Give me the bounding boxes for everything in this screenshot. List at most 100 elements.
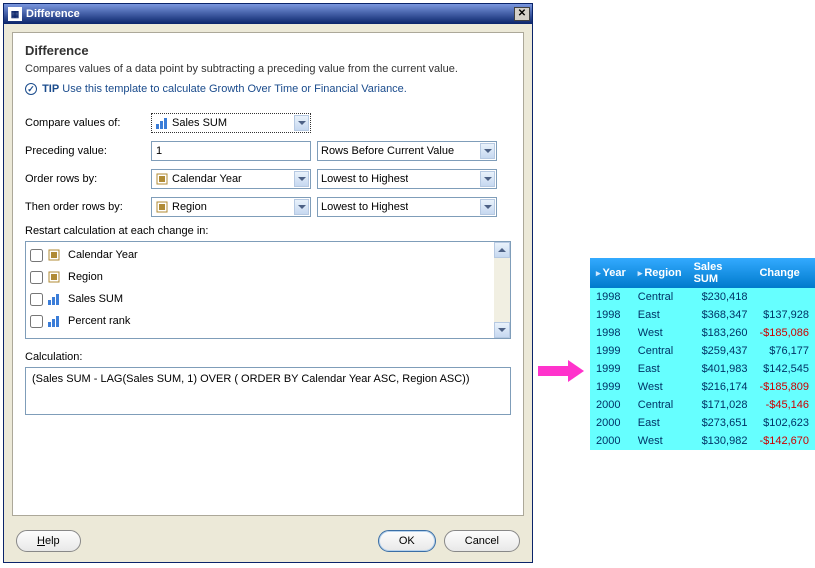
- chevron-down-icon: [480, 199, 495, 215]
- table-row: 1999West$216,174-$185,809: [590, 378, 815, 396]
- cell-sales: $259,437: [688, 342, 754, 360]
- restart-check-region[interactable]: [30, 271, 43, 284]
- tip-icon: ✓: [25, 83, 37, 95]
- cell-region: East: [632, 414, 688, 432]
- cell-year: 2000: [590, 396, 632, 414]
- list-item-label: Calendar Year: [68, 249, 138, 261]
- table-row: 2000West$130,982-$142,670: [590, 432, 815, 450]
- ok-button[interactable]: OK: [378, 530, 436, 552]
- scrollbar[interactable]: [494, 242, 510, 338]
- table-row: 1998West$183,260-$185,086: [590, 324, 815, 342]
- calculation-box[interactable]: (Sales SUM - LAG(Sales SUM, 1) OVER ( OR…: [25, 367, 511, 415]
- measure-icon: [47, 314, 61, 328]
- preceding-input[interactable]: [151, 141, 311, 161]
- preceding-mode-value: Rows Before Current Value: [321, 145, 454, 157]
- cell-sales: $273,651: [688, 414, 754, 432]
- result-table: ▸Year ▸Region Sales SUM Change 1998Centr…: [590, 258, 815, 450]
- dimension-icon: [47, 270, 61, 284]
- cell-region: West: [632, 324, 688, 342]
- close-button[interactable]: ✕: [514, 7, 530, 21]
- cell-year: 2000: [590, 432, 632, 450]
- measure-icon: [47, 292, 61, 306]
- chevron-down-icon: [294, 199, 309, 215]
- titlebar: ▦ Difference ✕: [4, 4, 532, 24]
- restart-listbox[interactable]: Calendar Year Region Sales SUM Percent r…: [25, 241, 511, 339]
- dimension-icon: [155, 200, 169, 214]
- cell-region: East: [632, 306, 688, 324]
- list-item[interactable]: Percent rank: [30, 310, 490, 332]
- cell-region: East: [632, 360, 688, 378]
- dimension-icon: [47, 248, 61, 262]
- compare-value: Sales SUM: [172, 117, 227, 129]
- panel-description: Compares values of a data point by subtr…: [25, 62, 511, 77]
- list-item-label: Sales SUM: [68, 293, 123, 305]
- table-row: 1999Central$259,437$76,177: [590, 342, 815, 360]
- chevron-down-icon: [480, 171, 495, 187]
- cell-change: -$45,146: [753, 396, 815, 414]
- restart-check-percent-rank[interactable]: [30, 315, 43, 328]
- cell-sales: $130,982: [688, 432, 754, 450]
- list-item[interactable]: Region: [30, 266, 490, 288]
- cell-sales: $216,174: [688, 378, 754, 396]
- arrow-icon: [538, 360, 588, 382]
- col-region[interactable]: ▸Region: [632, 258, 688, 288]
- compare-combo[interactable]: Sales SUM: [151, 113, 311, 133]
- then-label: Then order rows by:: [25, 201, 145, 213]
- col-change[interactable]: Change: [753, 258, 815, 288]
- cell-region: Central: [632, 288, 688, 306]
- cell-year: 1998: [590, 306, 632, 324]
- cancel-button[interactable]: Cancel: [444, 530, 520, 552]
- col-sales[interactable]: Sales SUM: [688, 258, 754, 288]
- cell-change: -$185,086: [753, 324, 815, 342]
- col-year[interactable]: ▸Year: [590, 258, 632, 288]
- cell-year: 2000: [590, 414, 632, 432]
- list-item-label: Percent rank: [68, 315, 130, 327]
- help-button[interactable]: Help: [16, 530, 81, 552]
- scroll-up-button[interactable]: [494, 242, 510, 258]
- cell-change: $76,177: [753, 342, 815, 360]
- restart-check-calendar-year[interactable]: [30, 249, 43, 262]
- table-header-row: ▸Year ▸Region Sales SUM Change: [590, 258, 815, 288]
- then-dir-combo[interactable]: Lowest to Highest: [317, 197, 497, 217]
- compare-label: Compare values of:: [25, 117, 145, 129]
- cell-year: 1998: [590, 288, 632, 306]
- cell-change: -$185,809: [753, 378, 815, 396]
- chevron-down-icon: [294, 115, 309, 131]
- table-body: 1998Central$230,4181998East$368,347$137,…: [590, 288, 815, 450]
- list-item[interactable]: Sales SUM: [30, 288, 490, 310]
- list-item[interactable]: Calendar Year: [30, 244, 490, 266]
- order-combo[interactable]: Calendar Year: [151, 169, 311, 189]
- scroll-track[interactable]: [494, 258, 510, 322]
- measure-icon: [155, 116, 169, 130]
- calc-label: Calculation:: [25, 351, 511, 363]
- tip-row: ✓ TIP Use this template to calculate Gro…: [25, 83, 511, 95]
- order-label: Order rows by:: [25, 173, 145, 185]
- scroll-down-button[interactable]: [494, 322, 510, 338]
- button-row: Help OK Cancel: [4, 524, 532, 562]
- table-row: 1999East$401,983$142,545: [590, 360, 815, 378]
- cell-sales: $230,418: [688, 288, 754, 306]
- difference-dialog: ▦ Difference ✕ Difference Compares value…: [3, 3, 533, 563]
- sort-icon: ▸: [638, 268, 643, 278]
- panel-heading: Difference: [25, 43, 511, 58]
- restart-label: Restart calculation at each change in:: [25, 225, 511, 237]
- preceding-mode-combo[interactable]: Rows Before Current Value: [317, 141, 497, 161]
- cell-region: West: [632, 432, 688, 450]
- cell-change: -$142,670: [753, 432, 815, 450]
- window-title: Difference: [26, 8, 514, 20]
- restart-check-sales-sum[interactable]: [30, 293, 43, 306]
- chevron-down-icon: [294, 171, 309, 187]
- order-dir-value: Lowest to Highest: [321, 173, 408, 185]
- cell-region: West: [632, 378, 688, 396]
- then-value: Region: [172, 201, 207, 213]
- cell-sales: $368,347: [688, 306, 754, 324]
- order-dir-combo[interactable]: Lowest to Highest: [317, 169, 497, 189]
- cell-year: 1999: [590, 360, 632, 378]
- tip-label: TIP: [42, 83, 59, 95]
- cell-region: Central: [632, 342, 688, 360]
- cell-sales: $183,260: [688, 324, 754, 342]
- cell-sales: $171,028: [688, 396, 754, 414]
- cell-change: $137,928: [753, 306, 815, 324]
- cell-year: 1999: [590, 342, 632, 360]
- then-combo[interactable]: Region: [151, 197, 311, 217]
